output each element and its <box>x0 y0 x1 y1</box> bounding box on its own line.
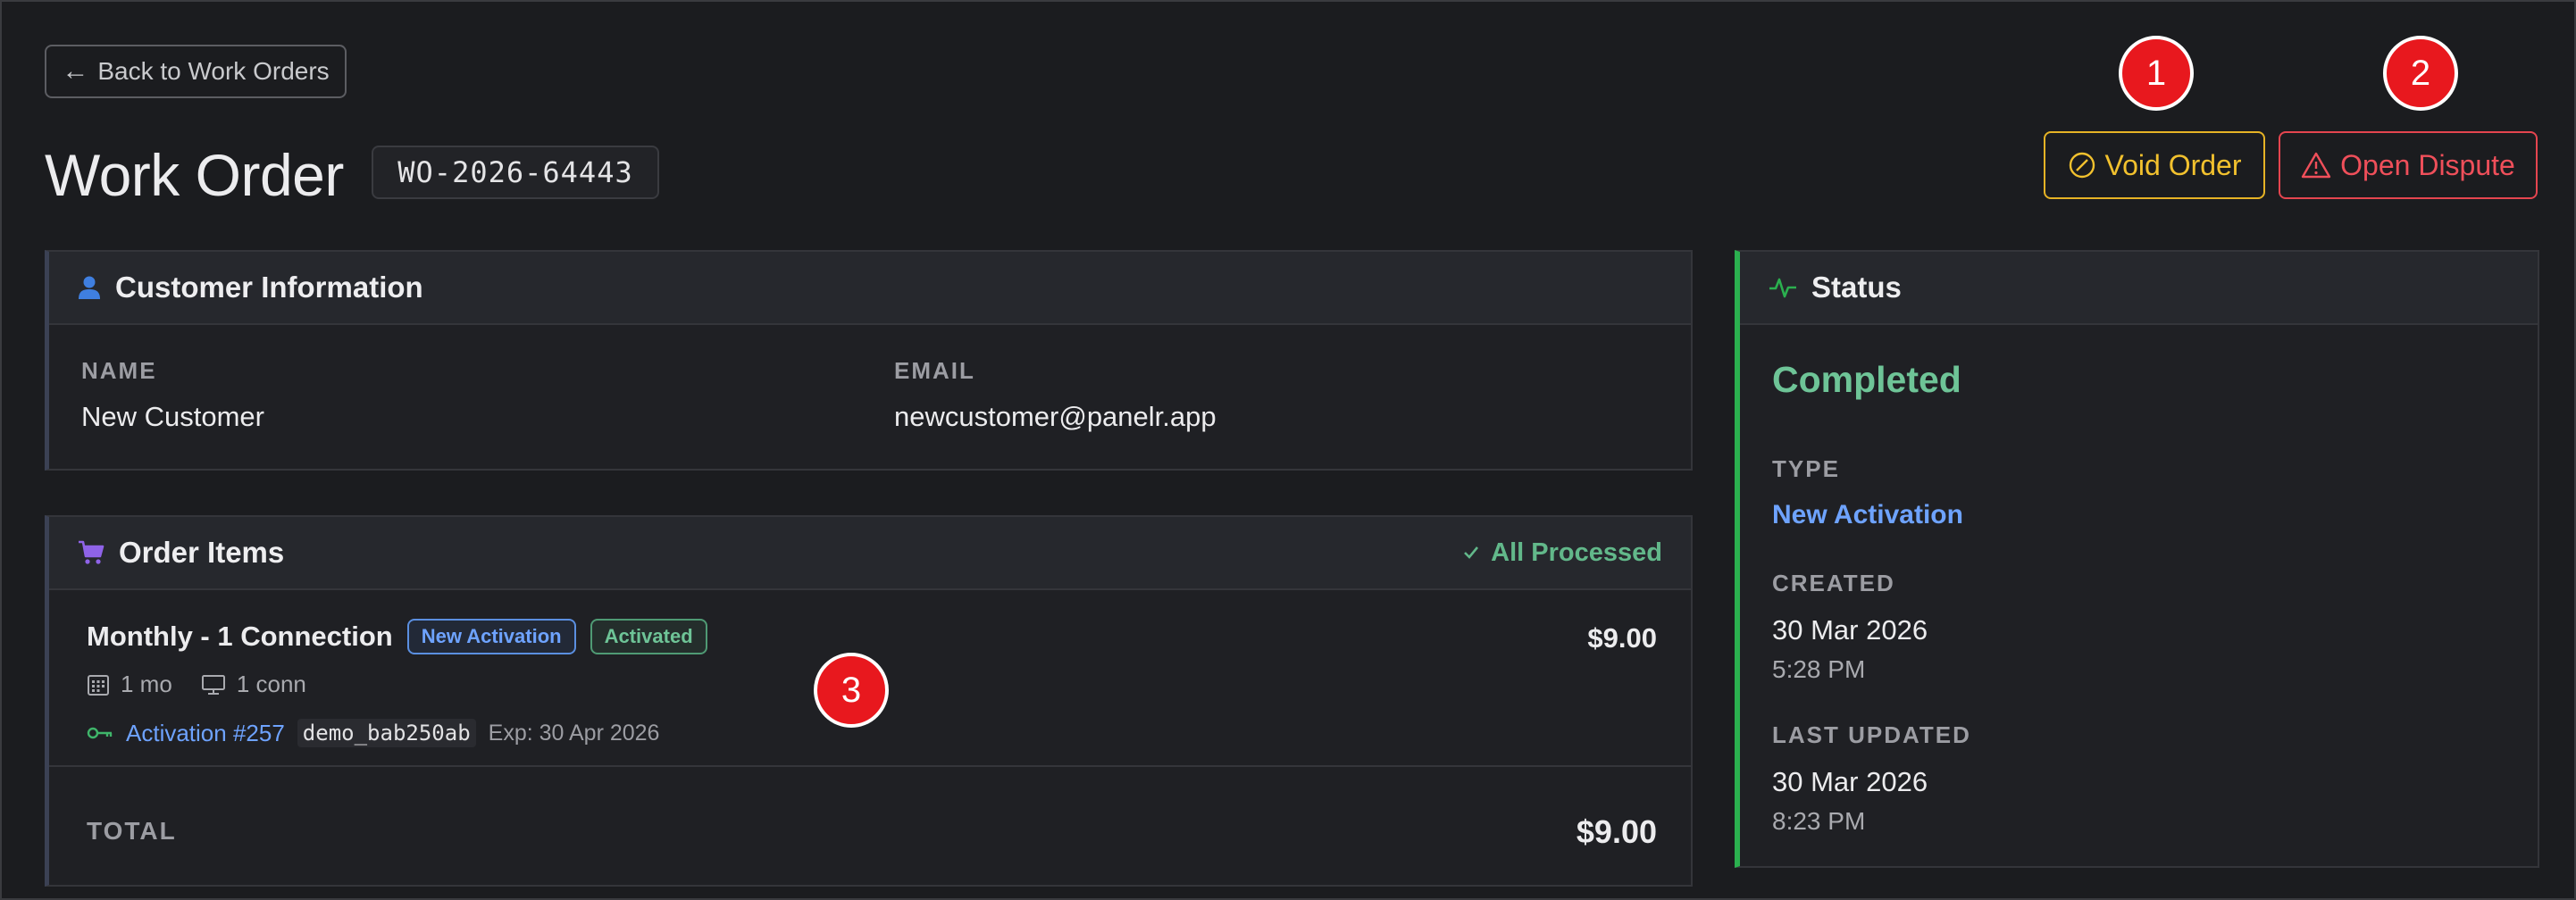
created-date: 30 Mar 2026 <box>1772 614 1928 646</box>
badge-new-activation: New Activation <box>406 619 576 654</box>
key-icon <box>87 724 113 742</box>
line-item-connections: 1 conn <box>236 671 306 697</box>
total-label: TOTAL <box>87 817 177 845</box>
created-time: 5:28 PM <box>1772 655 1866 683</box>
customer-card-title: Customer Information <box>115 271 423 304</box>
all-processed-label: All Processed <box>1491 538 1662 567</box>
name-label: NAME <box>81 357 157 384</box>
type-value: New Activation <box>1772 500 1963 529</box>
cart-icon <box>78 539 105 566</box>
customer-information-card: Customer Information NAME New Customer E… <box>45 250 1693 471</box>
activity-pulse-icon <box>1769 275 1797 300</box>
activation-link[interactable]: Activation #257 <box>126 720 285 747</box>
callout-marker-3: 3 <box>814 653 889 728</box>
order-items-title: Order Items <box>119 536 285 569</box>
status-value: Completed <box>1772 359 1961 400</box>
last-updated-label: LAST UPDATED <box>1772 721 1971 748</box>
status-card-title: Status <box>1811 271 1902 304</box>
void-order-label: Void Order <box>2104 148 2242 181</box>
warning-triangle-icon <box>2301 151 2331 179</box>
line-item-name: Monthly - 1 Connection <box>87 621 393 652</box>
person-icon <box>78 275 101 300</box>
line-item-title-row: Monthly - 1 Connection New Activation Ac… <box>87 619 707 654</box>
open-dispute-label: Open Dispute <box>2340 148 2515 181</box>
page-title: Work Order <box>45 142 344 208</box>
line-item-duration: 1 mo <box>121 671 172 697</box>
line-item-meta: 1 mo 1 conn <box>87 671 306 698</box>
created-label: CREATED <box>1772 570 1895 596</box>
customer-card-header: Customer Information <box>49 252 1691 325</box>
check-icon <box>1462 545 1480 561</box>
email-field: EMAIL newcustomer@panelr.app <box>894 357 1217 433</box>
void-circle-icon <box>2068 151 2096 179</box>
callout-marker-1: 1 <box>2119 36 2194 111</box>
order-items-header: Order Items All Processed <box>49 517 1691 590</box>
customer-name: New Customer <box>81 401 264 432</box>
back-button-label: Back to Work Orders <box>97 57 330 85</box>
updated-time: 8:23 PM <box>1772 807 1866 835</box>
type-label: TYPE <box>1772 455 1840 482</box>
back-to-work-orders-button[interactable]: ← Back to Work Orders <box>45 45 347 98</box>
arrow-left-icon: ← <box>62 56 89 86</box>
activation-username: demo_bab250ab <box>297 719 476 747</box>
void-order-button[interactable]: Void Order <box>2044 131 2265 199</box>
email-label: EMAIL <box>894 357 975 384</box>
order-id-badge: WO-2026-64443 <box>372 146 659 199</box>
callout-marker-2: 2 <box>2383 36 2458 111</box>
status-card-header: Status <box>1740 252 2538 325</box>
all-processed-status: All Processed <box>1462 538 1662 568</box>
activation-expiry: Exp: 30 Apr 2026 <box>488 720 660 746</box>
status-card: Status Completed TYPE New Activation CRE… <box>1735 250 2539 868</box>
badge-activated: Activated <box>590 619 707 654</box>
total-value: $9.00 <box>1576 813 1657 850</box>
open-dispute-button[interactable]: Open Dispute <box>2279 131 2538 199</box>
updated-date: 30 Mar 2026 <box>1772 766 1928 797</box>
line-item-price: $9.00 <box>1587 622 1657 654</box>
activation-row: Activation #257 demo_bab250ab Exp: 30 Ap… <box>87 719 659 747</box>
customer-email: newcustomer@panelr.app <box>894 401 1217 432</box>
calendar-icon <box>87 673 110 696</box>
name-field: NAME New Customer <box>81 357 264 433</box>
monitor-icon <box>201 674 226 696</box>
